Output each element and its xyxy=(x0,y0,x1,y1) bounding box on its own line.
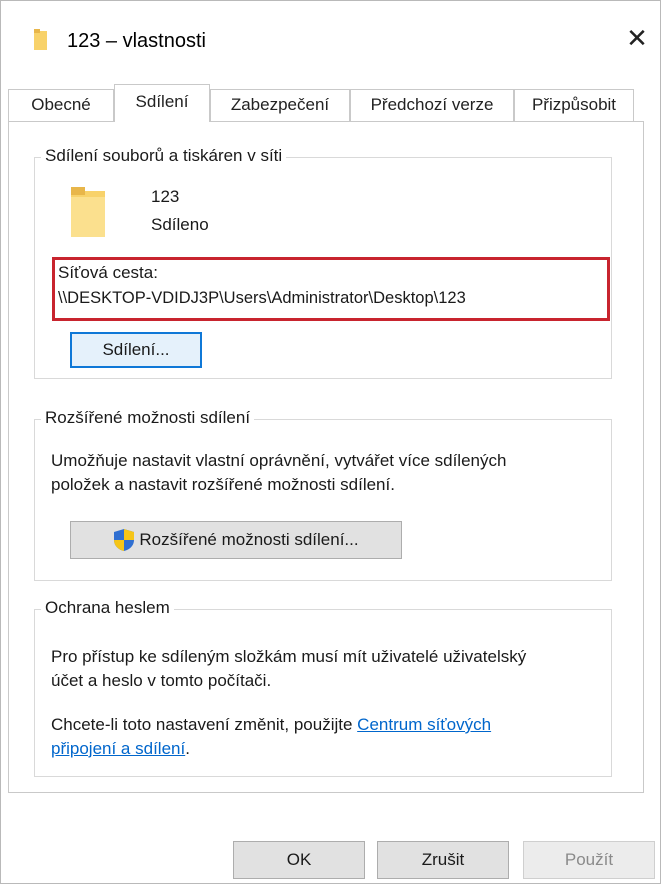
change-setting-prefix: Chcete-li toto nastavení změnit, použijt… xyxy=(51,715,358,734)
tab-security[interactable]: Zabezpečení xyxy=(210,89,350,121)
advanced-description-line1: Umožňuje nastavit vlastní oprávnění, vyt… xyxy=(51,451,507,470)
tab-label: Sdílení xyxy=(135,92,189,111)
apply-button[interactable]: Použít xyxy=(523,841,655,879)
folder-icon xyxy=(34,29,47,50)
share-button[interactable]: Sdílení... xyxy=(70,332,202,368)
button-label: Použít xyxy=(564,850,614,869)
uac-shield-icon xyxy=(114,529,135,551)
group-legend: Ochrana heslem xyxy=(41,598,174,618)
close-icon: ✕ xyxy=(626,22,648,53)
highlight-annotation xyxy=(52,257,610,321)
tab-customize[interactable]: Přizpůsobit xyxy=(514,89,634,121)
change-setting-text-line2: připojení a sdílení. xyxy=(51,739,190,759)
window-title: 123 – vlastnosti xyxy=(67,30,206,52)
properties-window: 123 – vlastnosti ✕ Obecné Sdílení Zabezp… xyxy=(0,0,661,884)
change-setting-text: Chcete-li toto nastavení změnit, použijt… xyxy=(51,715,491,735)
title-bar: 123 – vlastnosti ✕ xyxy=(1,1,660,71)
tab-general[interactable]: Obecné xyxy=(8,89,114,121)
folder-name: 123 xyxy=(151,187,180,206)
tab-label: Přizpůsobit xyxy=(531,95,617,114)
advanced-description-line2: položek a nastavit rozšířené možnosti sd… xyxy=(51,475,395,494)
advanced-sharing-button[interactable]: Rozšířené možnosti sdílení... xyxy=(70,521,402,559)
tab-label: Obecné xyxy=(31,95,91,114)
tab-previous-versions[interactable]: Předchozí verze xyxy=(350,89,514,121)
tab-label: Zabezpečení xyxy=(230,95,330,114)
password-description-line2: účet a heslo v tomto počítači. xyxy=(51,671,272,690)
button-label: Zrušit xyxy=(421,850,465,869)
password-description-line1: Pro přístup ke sdíleným složkám musí mít… xyxy=(51,647,527,666)
network-center-link-continued[interactable]: připojení a sdílení xyxy=(51,739,185,758)
tab-sharing[interactable]: Sdílení xyxy=(114,84,210,122)
button-label: Rozšířené možnosti sdílení... xyxy=(139,530,359,549)
button-label: Sdílení... xyxy=(102,340,170,359)
group-legend: Rozšířené možnosti sdílení xyxy=(41,408,255,428)
shared-folder-icon xyxy=(71,187,105,237)
link-suffix: . xyxy=(185,739,190,758)
group-legend: Sdílení souborů a tiskáren v síti xyxy=(41,146,287,166)
cancel-button[interactable]: Zrušit xyxy=(377,841,509,879)
folder-status: Sdíleno xyxy=(151,215,209,234)
tab-label: Předchozí verze xyxy=(370,95,494,114)
network-center-link[interactable]: Centrum síťových xyxy=(357,715,491,734)
ok-button[interactable]: OK xyxy=(233,841,365,879)
close-button[interactable]: ✕ xyxy=(614,15,660,61)
button-label: OK xyxy=(286,850,312,869)
